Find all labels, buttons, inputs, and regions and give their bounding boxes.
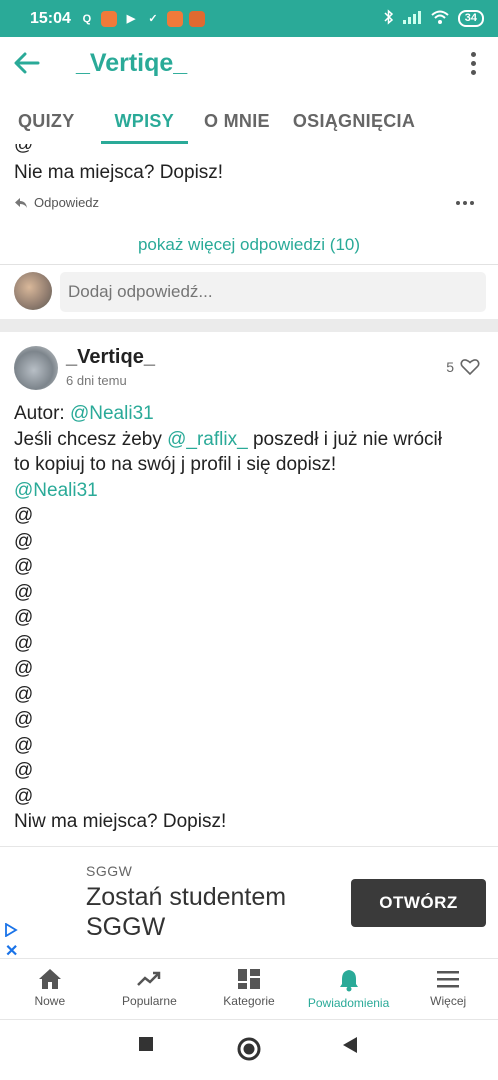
tab-wpisy[interactable]: WPISY (100, 100, 188, 144)
at-line: @ (14, 632, 34, 654)
at-line: @ (14, 709, 34, 730)
mention-link[interactable]: @Neali31 (70, 403, 154, 424)
ad-open-button[interactable]: OTWÓRZ (351, 879, 486, 927)
adchoices-icon[interactable] (4, 923, 18, 937)
overflow-menu-button[interactable] (471, 51, 476, 75)
nav-item-powiadomienia[interactable]: Powiadomienia (299, 960, 399, 1019)
bluetooth-icon (384, 9, 394, 28)
nav-label: Powiadomienia (307, 996, 390, 1010)
home-icon (38, 969, 61, 989)
at-line: @ (14, 683, 34, 705)
nav-label: Nowe (34, 994, 66, 1008)
tab-osiagniecia[interactable]: OSIĄGNIĘCIA (293, 100, 415, 144)
post-text: Jeśli chcesz żeby (14, 428, 162, 450)
nav-label: Popularne (122, 994, 177, 1008)
post-content: Autor: @Neali31 Jeśli chcesz żeby @_rafl… (14, 401, 488, 835)
at-line: @ (14, 785, 34, 807)
reply-label: Odpowiedz (34, 195, 100, 210)
app-notification-icon (100, 10, 117, 27)
grid-icon (237, 969, 260, 989)
post-timestamp: 6 dni temu (66, 373, 127, 388)
nav-item-wiecej[interactable]: Więcej (398, 960, 498, 1019)
heart-icon (460, 359, 480, 376)
home-button[interactable] (237, 1037, 261, 1061)
tab-quizy[interactable]: QUIZY (18, 100, 75, 144)
post-author-name[interactable]: _Vertiqe_ (66, 346, 155, 369)
cropped-text: @ (14, 144, 34, 154)
ad-close-icon[interactable]: ✕ (5, 941, 18, 961)
mention-link[interactable]: @Neali31 (14, 478, 488, 504)
bottom-navigation: Nowe Popularne Kategorie Powiadomienia W… (0, 960, 498, 1020)
at-line: @ (14, 734, 34, 756)
recents-button[interactable] (138, 1036, 154, 1052)
like-button[interactable]: 5 (446, 358, 480, 376)
reply-link[interactable]: Odpowiedz (14, 195, 99, 210)
at-line: @ (14, 581, 34, 603)
wifi-icon (430, 10, 450, 27)
at-line: @ (14, 530, 34, 552)
divider (0, 264, 498, 265)
reply-text: Nie ma miejsca? Dopisz! (14, 162, 224, 183)
nav-label: Kategorie (223, 994, 275, 1008)
play-icon: ▶ (126, 13, 136, 25)
ad-banner[interactable]: SGGW Zostań studentem SGGW OTWÓRZ ✕ (0, 846, 498, 961)
profile-tabs: QUIZY WPISY O MNIE OSIĄGNIĘCIA (0, 100, 498, 144)
section-separator (0, 319, 498, 332)
page-title: _Vertiqe_ (76, 48, 188, 77)
nav-label: Więcej (430, 994, 467, 1008)
hamburger-icon (437, 971, 460, 988)
post-line: Niw ma miejsca? Dopisz! (14, 811, 227, 832)
status-time: 15:04 (30, 9, 71, 27)
post-author-avatar[interactable] (14, 346, 58, 390)
notification-icons: Q ▶ ✓ (79, 10, 205, 27)
arrow-left-icon (14, 52, 40, 74)
q-app-icon: Q (82, 12, 92, 25)
back-button[interactable] (14, 37, 64, 89)
tab-o-mnie[interactable]: O MNIE (204, 100, 270, 144)
check-icon: ✓ (148, 13, 158, 25)
ad-brand: SGGW (86, 863, 133, 879)
nav-item-kategorie[interactable]: Kategorie (199, 960, 299, 1019)
battery-icon: 34 (457, 10, 484, 27)
at-line: @ (14, 607, 34, 628)
app-notification-icon (166, 10, 183, 27)
at-line: @ (14, 505, 34, 526)
signal-icon (402, 10, 422, 27)
reply-icon (15, 197, 27, 208)
at-line: @ (14, 760, 34, 781)
nav-item-popularne[interactable]: Popularne (100, 960, 200, 1019)
like-count: 5 (446, 359, 454, 375)
trending-icon (137, 971, 161, 986)
current-user-avatar (14, 272, 52, 310)
app-notification-icon (188, 10, 205, 27)
reply-input[interactable] (60, 272, 486, 312)
bell-icon (339, 970, 358, 992)
post-line: Jeśli chcesz żeby @_raflix_ poszedł i ju… (14, 427, 488, 453)
reply-more-button[interactable] (456, 201, 474, 205)
nav-item-nowe[interactable]: Nowe (0, 960, 100, 1019)
at-line: @ (14, 658, 34, 679)
status-bar: 15:04 Q ▶ ✓ 34 (0, 0, 498, 37)
post-line: Autor: @Neali31 (14, 401, 488, 427)
author-label: Autor: (14, 403, 65, 424)
system-icons: 34 (384, 9, 484, 28)
post-text: poszedł i już nie wrócił (252, 428, 442, 450)
post-line: to kopiuj to na swój j profil i się dopi… (14, 454, 337, 475)
ad-headline: Zostań studentem SGGW (86, 883, 287, 941)
show-more-replies-link[interactable]: pokaż więcej odpowiedzi (10) (0, 235, 498, 255)
back-nav-button[interactable] (342, 1036, 358, 1054)
mention-link[interactable]: @_raflix_ (167, 429, 248, 450)
app-bar: _Vertiqe_ (0, 37, 498, 89)
at-line: @ (14, 556, 34, 577)
